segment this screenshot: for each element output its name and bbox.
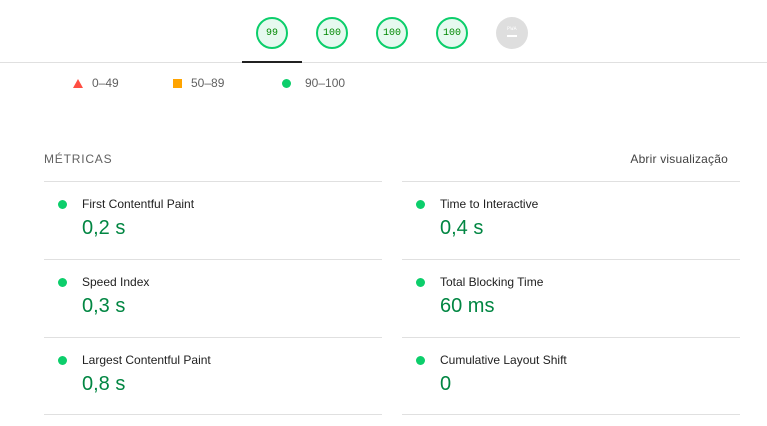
pass-circle-icon <box>416 278 425 287</box>
gauge-score-label: 100 <box>442 27 461 39</box>
metrics-column-right: Time to Interactive 0,4 s Total Blocking… <box>402 181 740 415</box>
metrics-title: MÉTRICAS <box>44 152 113 166</box>
metric-value: 60 ms <box>440 295 495 317</box>
metric-speed-index: Speed Index 0,3 s <box>44 259 382 337</box>
legend-pass-label: 90–100 <box>305 76 346 90</box>
fail-triangle-icon <box>73 78 83 88</box>
metric-time-to-interactive: Time to Interactive 0,4 s <box>402 181 740 259</box>
metric-title: First Contentful Paint <box>82 197 195 211</box>
gauge-accessibility[interactable]: 100 <box>316 17 348 49</box>
active-gauge-underline <box>242 61 302 63</box>
legend-average: 50–89 <box>173 76 224 90</box>
legend-fail-label: 0–49 <box>92 76 119 90</box>
gauge-score-label: 100 <box>322 27 341 39</box>
gauge-score-label: 99 <box>265 27 278 39</box>
gauge-pwa[interactable]: PWA <box>496 17 528 49</box>
metric-first-contentful-paint: First Contentful Paint 0,2 s <box>44 181 382 259</box>
metric-title: Total Blocking Time <box>440 275 544 289</box>
metrics-header: MÉTRICAS Abrir visualização <box>44 152 728 166</box>
metric-value: 0,8 s <box>82 373 126 395</box>
metric-value: 0,4 s <box>440 217 484 239</box>
pass-circle-icon <box>416 356 425 365</box>
metric-total-blocking-time: Total Blocking Time 60 ms <box>402 259 740 337</box>
metric-largest-contentful-paint: Largest Contentful Paint 0,8 s <box>44 337 382 415</box>
pass-circle-icon <box>282 78 291 88</box>
pwa-dash-icon <box>507 35 517 37</box>
average-square-icon <box>173 78 182 88</box>
pwa-badge-label: PWA <box>507 26 517 32</box>
legend-average-label: 50–89 <box>191 76 225 90</box>
score-gauge-bar: 99 100 100 100 PWA <box>0 0 767 63</box>
metric-title: Speed Index <box>82 275 150 289</box>
open-view-toggle[interactable]: Abrir visualização <box>630 152 728 166</box>
metric-title: Largest Contentful Paint <box>82 353 211 367</box>
metric-value: 0,3 s <box>82 295 126 317</box>
pass-circle-icon <box>58 278 67 287</box>
metric-title: Cumulative Layout Shift <box>440 353 567 367</box>
legend-fail: 0–49 <box>73 76 119 90</box>
gauge-best-practices[interactable]: 100 <box>376 17 408 49</box>
gauge-seo[interactable]: 100 <box>436 17 468 49</box>
metrics-column-left: First Contentful Paint 0,2 s Speed Index… <box>44 181 382 415</box>
gauge-score-label: 100 <box>382 27 401 39</box>
metric-cumulative-layout-shift: Cumulative Layout Shift 0 <box>402 337 740 415</box>
pass-circle-icon <box>58 356 67 365</box>
metric-value: 0,2 s <box>82 217 126 239</box>
metric-value: 0 <box>440 373 452 395</box>
pass-circle-icon <box>416 200 425 209</box>
score-legend: 0–49 50–89 90–100 <box>0 76 767 90</box>
metric-title: Time to Interactive <box>440 197 539 211</box>
pass-circle-icon <box>58 200 67 209</box>
legend-pass: 90–100 <box>282 76 345 90</box>
gauge-performance[interactable]: 99 <box>256 17 288 49</box>
